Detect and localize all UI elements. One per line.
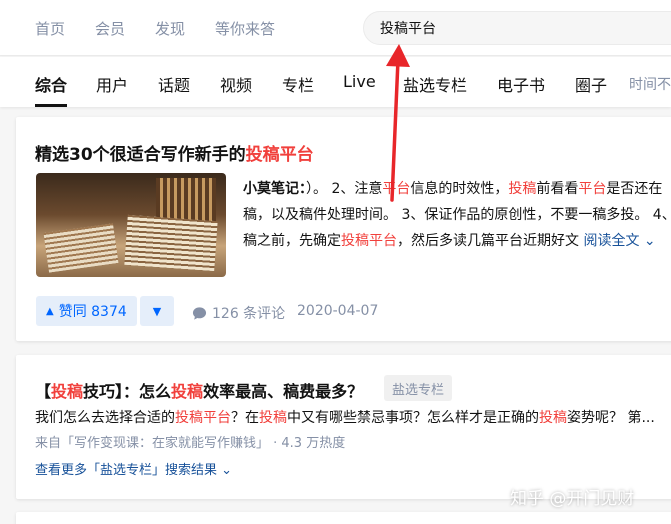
- time-filter[interactable]: 时间不限: [629, 74, 671, 94]
- tab-salt-columns[interactable]: 盐选专栏: [403, 72, 467, 96]
- nav-membership[interactable]: 会员: [95, 18, 125, 39]
- triangle-up-icon: ▲: [46, 305, 54, 317]
- chevron-down-icon: ⌄: [643, 233, 656, 249]
- tab-users[interactable]: 用户: [96, 72, 128, 96]
- tab-live[interactable]: Live: [343, 72, 376, 91]
- tab-columns[interactable]: 专栏: [282, 72, 314, 96]
- top-navigation: 首页 会员 发现 等你来答 投稿平台: [0, 0, 671, 56]
- search-input[interactable]: 投稿平台: [363, 11, 671, 45]
- publish-date: 2020-04-07: [297, 303, 379, 319]
- result-title[interactable]: 【投稿技巧】：怎么投稿效率最高、稿费最多？: [35, 378, 363, 402]
- triangle-down-icon: ▼: [152, 304, 162, 318]
- read-all-link[interactable]: 阅读全文 ⌄: [583, 233, 655, 249]
- result-thumbnail[interactable]: [36, 173, 226, 277]
- tab-all[interactable]: 综合: [35, 72, 68, 107]
- chevron-down-icon: ⌄: [221, 463, 233, 478]
- nav-links: 首页 会员 发现 等你来答: [35, 0, 305, 56]
- tab-topics[interactable]: 话题: [158, 72, 190, 96]
- watermark: 知乎 @开门见财: [510, 489, 635, 509]
- search-result-card: [16, 512, 671, 524]
- result-title[interactable]: 精选30个很适合写作新手的投稿平台: [35, 140, 314, 165]
- nav-waiting-answers[interactable]: 等你来答: [215, 18, 275, 39]
- result-description[interactable]: 我们怎么去选择合适的投稿平台？在投稿中又有哪些禁忌事项？怎么样才是正确的投稿姿势…: [35, 407, 655, 427]
- nav-discover[interactable]: 发现: [155, 18, 185, 39]
- nav-home[interactable]: 首页: [35, 18, 65, 39]
- tab-circles[interactable]: 圈子: [575, 72, 607, 96]
- upvote-button[interactable]: ▲ 赞同 8374: [36, 296, 137, 326]
- result-source: 来自「写作变现课：在家就能写作赚钱」 · 4.3 万热度: [35, 436, 346, 451]
- search-result-card: 【投稿技巧】：怎么投稿效率最高、稿费最多？ 盐选专栏 我们怎么去选择合适的投稿平…: [16, 355, 671, 499]
- downvote-button[interactable]: ▼: [140, 296, 174, 326]
- salt-column-badge: 盐选专栏: [384, 375, 453, 401]
- more-results-link[interactable]: 查看更多「盐选专栏」搜索结果 ⌄: [35, 459, 232, 478]
- comments-button[interactable]: 126 条评论: [192, 303, 285, 323]
- search-result-card: 精选30个很适合写作新手的投稿平台 小莫笔记：）。 2、注意平台信息的时效性，投…: [16, 117, 671, 341]
- tab-ebooks[interactable]: 电子书: [497, 72, 545, 96]
- tab-videos[interactable]: 视频: [220, 72, 252, 96]
- search-value: 投稿平台: [380, 21, 436, 37]
- result-type-tabs: 综合 用户 话题 视频 专栏 Live 盐选专栏 电子书 圈子 时间不限: [0, 57, 671, 107]
- comment-icon: [192, 306, 207, 320]
- result-excerpt[interactable]: 小莫笔记：）。 2、注意平台信息的时效性，投稿前看看平台是否还在稿，以及稿件处理…: [243, 176, 671, 254]
